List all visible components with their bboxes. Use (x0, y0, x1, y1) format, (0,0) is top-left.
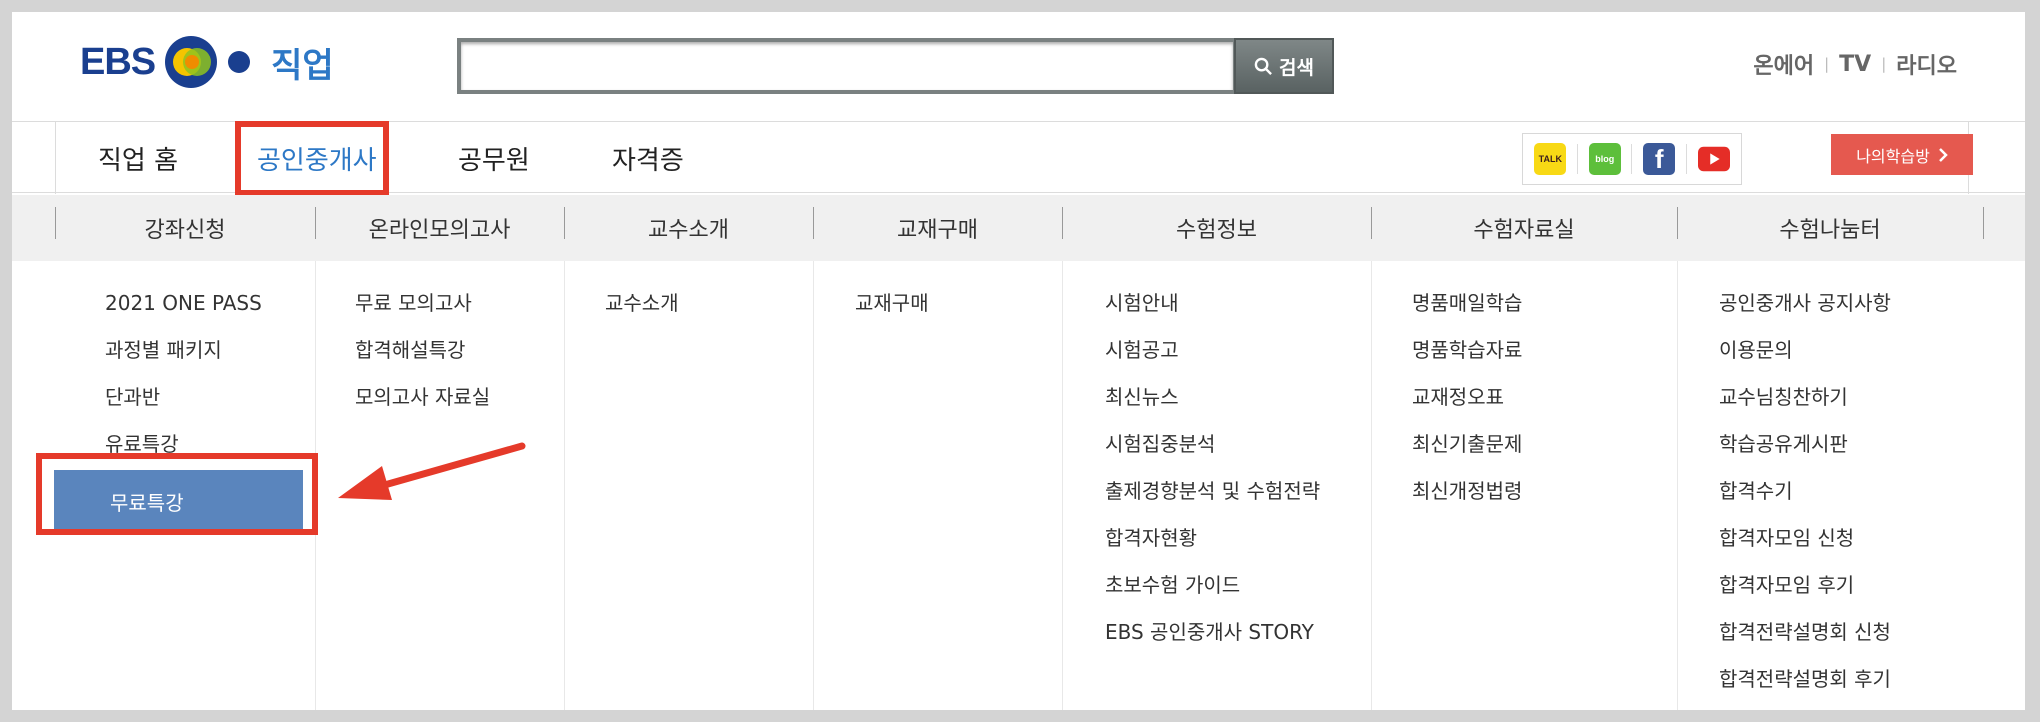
free-lecture-highlight-box (36, 453, 318, 535)
util-separator: | (1824, 55, 1830, 73)
submenu-divider (1983, 207, 1984, 239)
search-icon (1254, 57, 1272, 75)
submenu-item[interactable]: 명품학습자료 (1412, 334, 1522, 381)
submenu-list-exam-info: 시험안내 시험공고 최신뉴스 시험집중분석 출제경향분석 및 수험전략 합격자현… (1105, 287, 1320, 663)
submenu-item[interactable]: 합격해설특강 (355, 334, 490, 381)
submenu-divider (315, 207, 316, 239)
submenu-item[interactable]: 명품매일학습 (1412, 287, 1522, 334)
submenu-title[interactable]: 교수소개 (564, 195, 813, 261)
column-divider (1371, 261, 1372, 710)
submenu-list-professor: 교수소개 (605, 287, 679, 334)
submenu-item[interactable]: 합격자현황 (1105, 522, 1320, 569)
submenu-item[interactable]: 이용문의 (1719, 334, 1891, 381)
column-divider (564, 261, 565, 710)
submenu-item[interactable]: 모의고사 자료실 (355, 381, 490, 428)
submenu-item[interactable]: EBS 공인중개사 STORY (1105, 616, 1320, 663)
page-frame: EBS 직업 검색 온에어 | TV | 라디오 직업 홈 공인중개사 공무원 … (12, 12, 2025, 710)
ebs-logo[interactable]: EBS 직업 (80, 32, 334, 92)
submenu-item[interactable]: 초보수험 가이드 (1105, 569, 1320, 616)
submenu-item[interactable]: 합격전략설명회 신청 (1719, 616, 1891, 663)
util-links: 온에어 | TV | 라디오 (1753, 48, 1957, 80)
submenu-item[interactable]: 합격자모임 후기 (1719, 569, 1891, 616)
social-divider (1577, 144, 1579, 174)
search-button[interactable]: 검색 (1234, 38, 1334, 94)
column-divider (1677, 261, 1678, 710)
nav-active-highlight-box (235, 121, 389, 196)
submenu-title[interactable]: 교재구매 (813, 195, 1062, 261)
my-learning-label: 나의학습방 (1856, 146, 1930, 166)
submenu-divider (55, 207, 56, 239)
submenu-item[interactable]: 출제경향분석 및 수험전략 (1105, 475, 1320, 522)
submenu-list-mock-exam: 무료 모의고사 합격해설특강 모의고사 자료실 (355, 287, 490, 428)
nav-item-job-home[interactable]: 직업 홈 (98, 122, 178, 194)
submenu-title[interactable]: 수험나눔터 (1677, 195, 1983, 261)
submenu-title[interactable]: 온라인모의고사 (315, 195, 564, 261)
my-learning-button[interactable]: 나의학습방 (1831, 134, 1973, 175)
social-divider (1631, 144, 1633, 174)
blog-icon[interactable]: blog (1588, 143, 1621, 175)
submenu-item[interactable]: 합격자모임 신청 (1719, 522, 1891, 569)
ebs-logo-mark-icon (165, 36, 251, 88)
submenu-divider (1677, 207, 1678, 239)
submenu-item[interactable]: 교수님칭찬하기 (1719, 381, 1891, 428)
social-links: TALK blog f (1522, 133, 1742, 185)
submenu-divider (564, 207, 565, 239)
submenu-item[interactable]: 단과반 (105, 381, 262, 428)
submenu-item[interactable]: 최신기출문제 (1412, 428, 1522, 475)
youtube-icon[interactable] (1697, 143, 1730, 175)
submenu-divider (1371, 207, 1372, 239)
submenu-title[interactable]: 수험정보 (1062, 195, 1371, 261)
submenu-item[interactable]: 무료 모의고사 (355, 287, 490, 334)
submenu-divider (1062, 207, 1063, 239)
util-separator: | (1881, 55, 1887, 73)
logo-jobs-text: 직업 (271, 45, 334, 86)
nav-item-certificate[interactable]: 자격증 (612, 122, 684, 194)
kakao-talk-icon[interactable]: TALK (1534, 143, 1567, 175)
submenu-list-community: 공인중개사 공지사항 이용문의 교수님칭찬하기 학습공유게시판 합격수기 합격자… (1719, 287, 1891, 710)
submenu-item[interactable]: 시험공고 (1105, 334, 1320, 381)
submenu-item[interactable]: 시험집중분석 (1105, 428, 1320, 475)
search-button-label: 검색 (1279, 56, 1314, 79)
social-divider (1685, 144, 1687, 174)
tv-link[interactable]: TV (1839, 52, 1871, 77)
submenu-item[interactable]: 과정별 패키지 (105, 334, 262, 381)
submenu-item[interactable]: 최신뉴스 (1105, 381, 1320, 428)
submenu-title[interactable]: 강좌신청 (55, 195, 315, 261)
submenu-item[interactable]: 합격전략설명회 후기 (1719, 663, 1891, 710)
submenu-item[interactable]: 합격수기 (1719, 475, 1891, 522)
search-box (457, 38, 1237, 94)
submenu-list-textbook: 교재구매 (855, 287, 929, 334)
submenu-list-course: 2021 ONE PASS 과정별 패키지 단과반 유료특강 (105, 287, 262, 475)
column-divider (1062, 261, 1063, 710)
submenu-item[interactable]: 최신개정법령 (1412, 475, 1522, 522)
chevron-right-icon (1938, 147, 1948, 162)
submenu-item[interactable]: 2021 ONE PASS (105, 287, 262, 334)
red-arrow-annotation-icon (338, 442, 526, 500)
radio-link[interactable]: 라디오 (1896, 48, 1957, 80)
onair-link[interactable]: 온에어 (1753, 48, 1814, 80)
submenu-item[interactable]: 시험안내 (1105, 287, 1320, 334)
submenu-title[interactable]: 수험자료실 (1371, 195, 1677, 261)
column-divider (813, 261, 814, 710)
submenu-header-bar: 강좌신청 온라인모의고사 교수소개 교재구매 수험정보 수험자료실 수험나눔터 (12, 195, 2025, 261)
nav-item-civil-servant[interactable]: 공무원 (458, 122, 530, 194)
submenu-item[interactable]: 교수소개 (605, 287, 679, 334)
facebook-icon[interactable]: f (1643, 143, 1676, 175)
submenu-divider (813, 207, 814, 239)
submenu-item[interactable]: 공인중개사 공지사항 (1719, 287, 1891, 334)
submenu-item[interactable]: 교재구매 (855, 287, 929, 334)
logo-ebs-text: EBS (80, 40, 156, 83)
search-input[interactable] (461, 42, 1233, 90)
submenu-item[interactable]: 교재정오표 (1412, 381, 1522, 428)
submenu-item[interactable]: 학습공유게시판 (1719, 428, 1891, 475)
nav-divider (55, 122, 56, 194)
submenu-list-exam-materials: 명품매일학습 명품학습자료 교재정오표 최신기출문제 최신개정법령 (1412, 287, 1522, 522)
